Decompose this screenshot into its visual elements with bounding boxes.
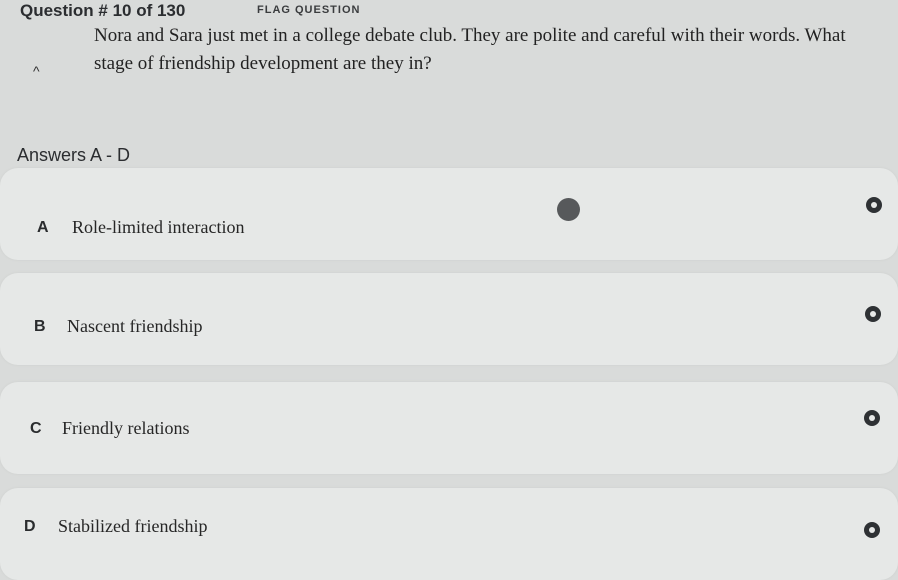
- option-letter: B: [34, 318, 46, 335]
- option-letter: D: [24, 518, 36, 535]
- answer-option-a[interactable]: A Role-limited interaction: [0, 168, 898, 260]
- option-letter: C: [30, 420, 42, 437]
- option-text: Nascent friendship: [67, 316, 203, 336]
- radio-button-icon[interactable]: [865, 306, 881, 322]
- question-counter: Question # 10 of 130: [20, 1, 186, 20]
- chevron-up-icon[interactable]: ^: [33, 63, 40, 79]
- cursor-dot: [557, 198, 580, 221]
- answer-option-c[interactable]: C Friendly relations: [0, 382, 898, 474]
- option-text: Friendly relations: [62, 418, 190, 438]
- answer-option-b[interactable]: B Nascent friendship: [0, 273, 898, 365]
- option-text: Role-limited interaction: [72, 217, 245, 237]
- answer-option-d[interactable]: D Stabilized friendship: [0, 488, 898, 580]
- option-letter: A: [37, 219, 49, 236]
- question-text: Nora and Sara just met in a college deba…: [94, 25, 846, 74]
- question-header: Question # 10 of 130: [20, 0, 185, 22]
- flag-question-button[interactable]: FLAG QUESTION: [257, 4, 360, 16]
- radio-button-icon[interactable]: [864, 410, 880, 426]
- option-text: Stabilized friendship: [58, 516, 208, 536]
- answers-title: Answers A - D: [17, 145, 131, 165]
- radio-button-icon[interactable]: [866, 197, 882, 213]
